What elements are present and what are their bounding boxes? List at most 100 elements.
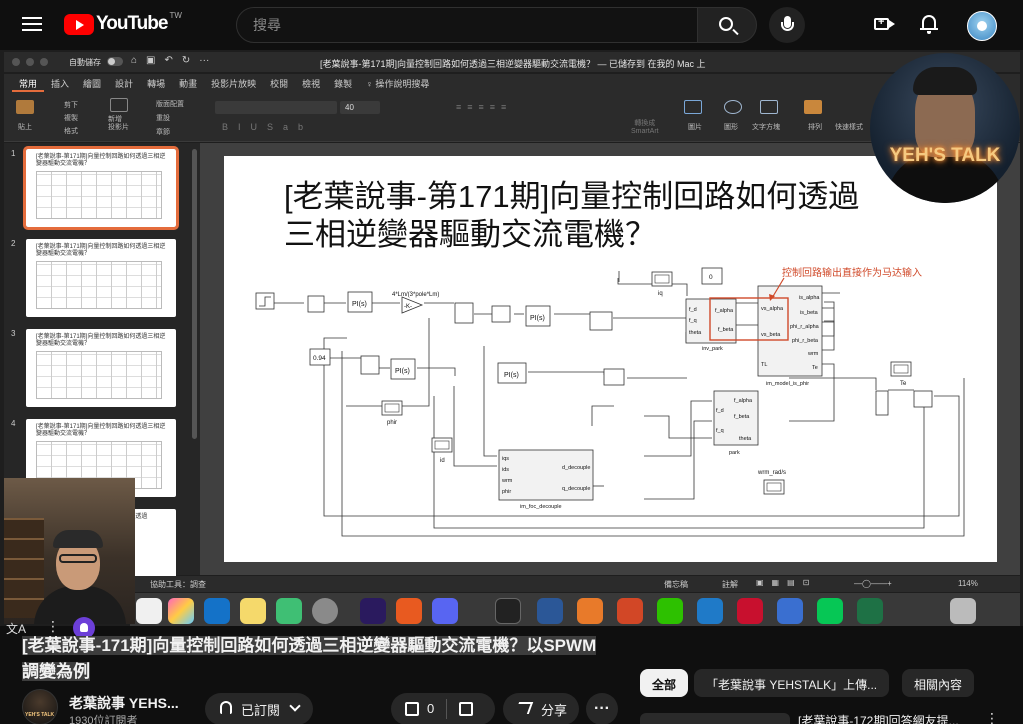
youtube-play-icon xyxy=(64,13,94,35)
save-icon: ▣ xyxy=(146,55,156,66)
comments-button: 註解 xyxy=(722,580,738,589)
textbox-label: 文字方塊 xyxy=(752,124,780,131)
notifications-button[interactable] xyxy=(920,14,938,34)
acrobat-icon xyxy=(737,598,763,624)
youtube-logo[interactable]: YouTube TW xyxy=(64,10,182,35)
channel-avatar[interactable] xyxy=(22,689,58,724)
redo-icon: ↻ xyxy=(181,55,191,66)
paste-label: 貼上 xyxy=(18,124,32,131)
port-label: wrm xyxy=(501,478,513,484)
like-count: 0 xyxy=(427,701,435,716)
ribbon-toolbar: 貼上 剪下 複製 格式 新增 投影片 版面配置 重設 章節 40 BIUSab … xyxy=(4,92,1020,142)
bell-icon xyxy=(922,15,936,29)
scope-screen-icon xyxy=(654,274,670,284)
paragraph-buttons: ≡≡≡≡≡ xyxy=(456,102,513,112)
quick-styles-label: 快速樣式 xyxy=(835,124,863,131)
outlook-icon xyxy=(204,598,230,624)
picture-icon xyxy=(684,100,702,114)
recommended-title[interactable]: [老葉說事-172期]回答網友提... xyxy=(798,712,959,724)
slide-number: 4 xyxy=(11,419,16,428)
port-label: vs_beta xyxy=(761,332,781,338)
recommended-thumbnail[interactable] xyxy=(640,713,790,724)
tab-insert: 插入 xyxy=(51,79,70,89)
slide-thumbnail[interactable]: [老葉說事-第171期]向量控制回路如何透過三相逆變器驅動交流電機？ xyxy=(26,239,176,317)
thumbnail-scrollbar[interactable] xyxy=(192,149,197,439)
port-label: theta xyxy=(739,436,752,442)
video-player[interactable]: 自動儲存 ⌂ ▣ ↶ ↻ ··· [老葉說事-第171期]向量控制回路如何透過三… xyxy=(0,50,1023,626)
more-actions-button[interactable]: ··· xyxy=(586,693,618,724)
font-name-field xyxy=(215,101,337,114)
port-label: phi_r_beta xyxy=(792,338,819,344)
slide-thumbnail[interactable]: [老葉說事-第171期]向量控制回路如何透過三相逆變器驅動交流電機？ xyxy=(26,329,176,407)
recommended-more-icon[interactable]: ⋮ xyxy=(985,710,999,724)
smartart-label: 轉換成 SmartArt xyxy=(631,120,659,135)
tab-review: 校閱 xyxy=(270,79,289,89)
sum-block xyxy=(913,390,933,408)
port-label: vs_alpha xyxy=(761,306,784,312)
subscriber-count: 1930位訂閱者 xyxy=(69,715,138,724)
textbox-icon xyxy=(760,100,778,114)
constant-value: 0 xyxy=(709,274,713,281)
subscribed-button[interactable]: 已訂閱 xyxy=(205,693,313,724)
zoom-slider: —◯——+ xyxy=(854,579,892,588)
like-icon[interactable] xyxy=(405,702,419,716)
menu-icon[interactable] xyxy=(22,14,42,34)
scope-label: phir xyxy=(387,420,397,426)
search-icon xyxy=(719,17,733,31)
tab-record: 錄製 xyxy=(334,79,353,89)
port-label: phi_r_alpha xyxy=(790,324,820,330)
search-input[interactable] xyxy=(237,8,697,42)
presenter-glasses xyxy=(59,554,97,563)
search-button[interactable] xyxy=(697,7,757,43)
share-label: 分享 xyxy=(541,702,568,718)
picture-label: 圖片 xyxy=(688,124,702,131)
new-slide-label: 新增 投影片 xyxy=(108,116,129,131)
share-button[interactable]: 分享 xyxy=(503,693,579,724)
port-label: f_d xyxy=(716,408,724,414)
constant-value: 0.94 xyxy=(313,355,326,362)
shape-icon xyxy=(724,100,742,114)
portrait-hair xyxy=(913,67,977,95)
thumbnail-title: [老葉說事-第171期]向量控制回路如何透過三相逆變器驅動交流電機？ xyxy=(36,334,166,347)
scope-label: id xyxy=(440,458,445,464)
thumbnail-title: [老葉說事-第171期]向量控制回路如何透過三相逆變器驅動交流電機？ xyxy=(36,244,166,257)
slide: [老葉說事-第171期]向量控制回路如何透過 三相逆變器驅動交流電機？ PI(s… xyxy=(224,156,997,562)
chip-all[interactable]: 全部 xyxy=(640,669,689,697)
chip-related[interactable]: 相關內容 xyxy=(902,669,975,697)
region-badge: TW xyxy=(169,10,182,20)
block-name: im_foc_decouple xyxy=(520,504,562,510)
port-label: TL xyxy=(761,362,767,368)
system-settings-icon xyxy=(312,598,338,624)
create-button[interactable] xyxy=(874,14,896,34)
sum-block xyxy=(875,390,889,416)
autosave-label: 自動儲存 xyxy=(69,58,101,67)
masthead: YouTube TW xyxy=(0,0,1023,50)
arrange-label: 排列 xyxy=(808,124,822,131)
foc-decouple-block xyxy=(498,449,594,501)
tab-home: 常用 xyxy=(12,74,45,92)
dislike-icon[interactable] xyxy=(459,702,473,716)
port-label: theta xyxy=(689,330,702,336)
format-label: 格式 xyxy=(64,128,78,135)
autosave-toggle xyxy=(107,57,123,66)
slide-number: 2 xyxy=(11,239,16,248)
presenter-cap xyxy=(53,530,103,548)
app-icon xyxy=(777,598,803,624)
port-label: f_beta xyxy=(734,414,750,420)
photos-icon xyxy=(168,598,194,624)
scope-label: Te xyxy=(900,381,907,387)
port-label: f_alpha xyxy=(734,398,753,404)
gain-expression: 4*Lm/(3*pole*Lm) xyxy=(392,292,439,298)
chrome-icon xyxy=(136,598,162,624)
chip-from-channel[interactable]: 「老葉說事 YEHSTALK」上傳... xyxy=(694,669,890,697)
account-avatar[interactable] xyxy=(967,11,997,41)
voice-search-button[interactable] xyxy=(769,7,805,43)
slide-thumbnail[interactable]: [老葉說事-第171期]向量控制回路如何透過三相逆變器驅動交流電機？ xyxy=(23,146,179,230)
arrange-icon xyxy=(804,100,822,114)
channel-name[interactable]: 老葉說事 YEHS... xyxy=(69,693,179,713)
scope-screen-icon xyxy=(434,440,450,450)
ribbon-tabs: 常用 插入 繪圖 設計 轉場 動畫 投影片放映 校閱 檢視 錄製 ♀ 操作說明搜… xyxy=(4,74,1020,92)
scope-label: wrm_rad/s xyxy=(757,470,786,476)
thumbnail-title: [老葉說事-第171期]向量控制回路如何透過三相逆變器驅動交流電機？ xyxy=(36,424,166,437)
subscribed-label: 已訂閱 xyxy=(241,702,281,718)
